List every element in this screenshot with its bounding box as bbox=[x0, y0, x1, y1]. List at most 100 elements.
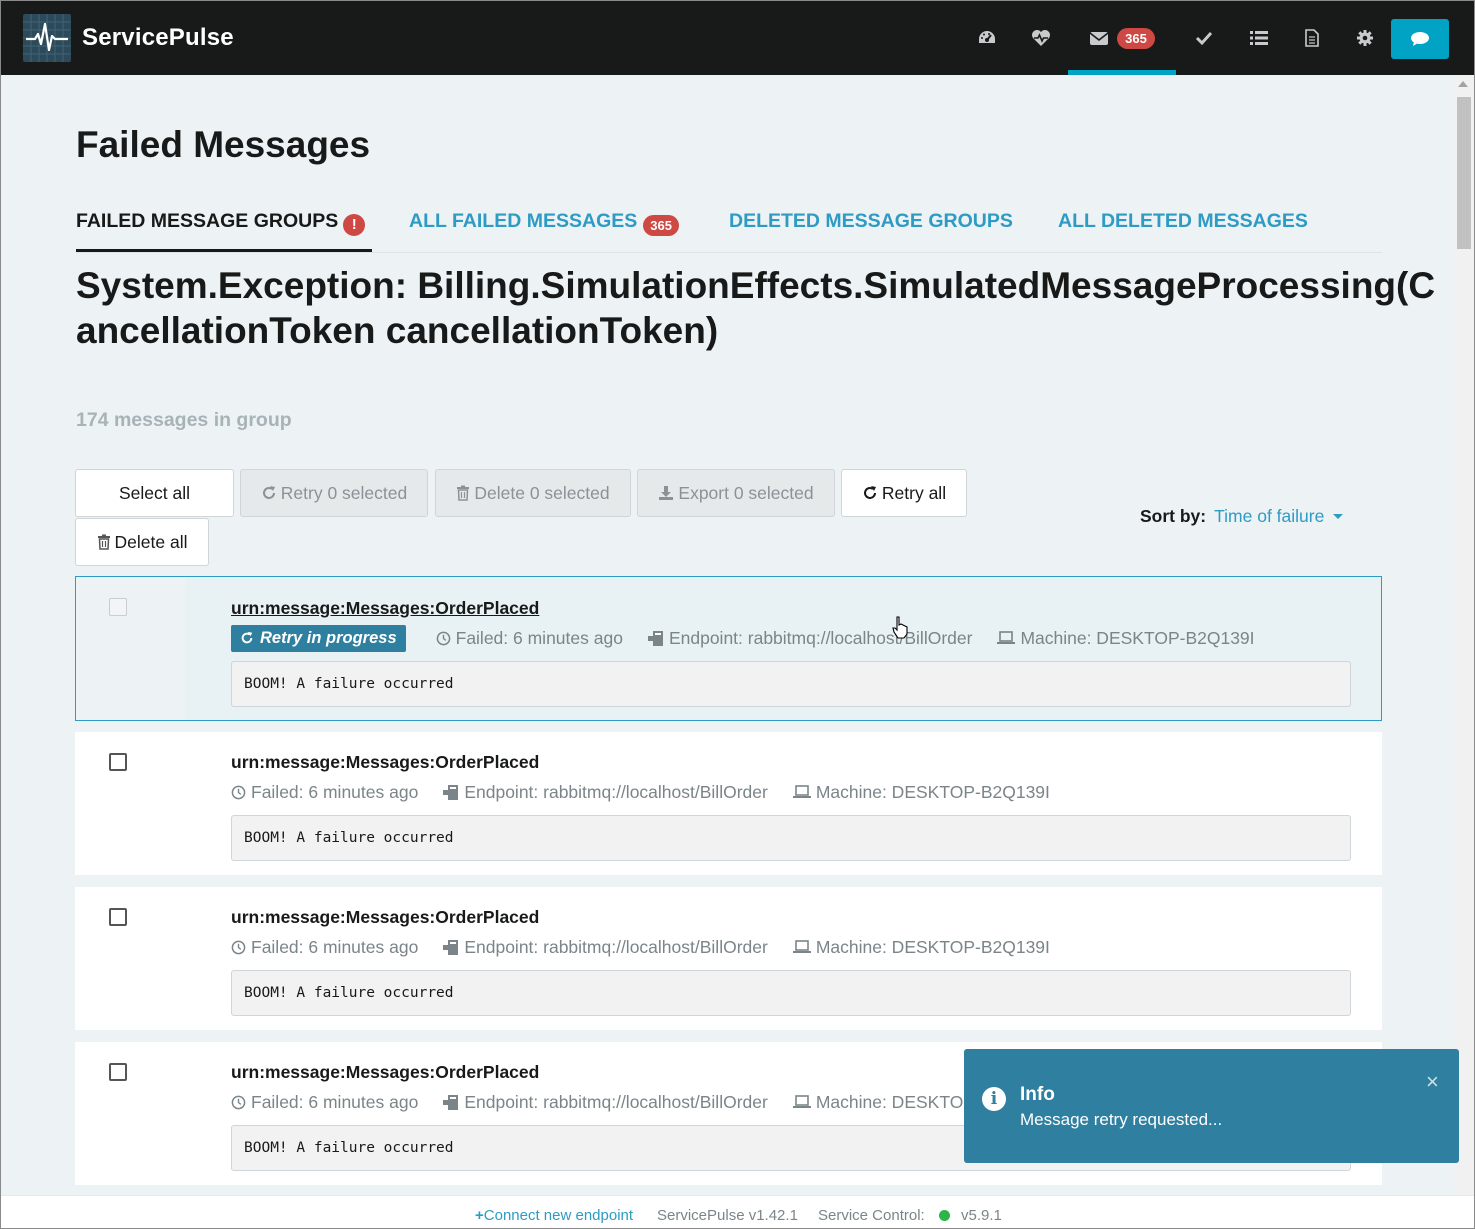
tab-label: ALL DELETED MESSAGES bbox=[1058, 210, 1308, 232]
nav-heartbeats[interactable] bbox=[1023, 1, 1059, 75]
laptop-icon bbox=[792, 1095, 811, 1108]
retry-icon bbox=[863, 486, 876, 499]
servicepulse-logo-icon bbox=[23, 14, 71, 62]
row-checkbox[interactable] bbox=[109, 1063, 127, 1081]
scroll-up-arrow-icon[interactable] bbox=[1458, 81, 1468, 87]
page-scrollbar[interactable] bbox=[1454, 75, 1474, 1195]
laptop-icon bbox=[792, 940, 811, 953]
message-type-link[interactable]: urn:message:Messages:OrderPlaced bbox=[231, 598, 539, 619]
failed-messages-count-badge: 365 bbox=[1117, 27, 1155, 49]
connect-endpoint-text: Connect new endpoint bbox=[483, 1207, 634, 1224]
trash-icon bbox=[97, 534, 110, 550]
scrollbar-thumb[interactable] bbox=[1457, 97, 1471, 249]
message-meta: Failed: 6 minutes ago Endpoint: rabbitmq… bbox=[231, 1088, 1075, 1116]
endpoint-icon bbox=[443, 1094, 459, 1110]
endpoint-text: Endpoint: rabbitmq://localhost/BillOrder bbox=[668, 627, 973, 648]
endpoint: Endpoint: rabbitmq://localhost/BillOrder bbox=[443, 937, 768, 958]
retry-all-label: Retry all bbox=[881, 482, 947, 503]
tab-label: FAILED MESSAGE GROUPS bbox=[76, 210, 339, 232]
retry-in-progress-label: Retry in progress bbox=[231, 624, 406, 652]
retry-selected-button[interactable]: Retry 0 selected bbox=[240, 469, 428, 517]
nav-events[interactable] bbox=[1241, 1, 1277, 75]
status-ok-icon bbox=[939, 1207, 950, 1224]
delete-selected-button[interactable]: Delete 0 selected bbox=[435, 469, 631, 517]
sort-label: Sort by: bbox=[1140, 506, 1207, 526]
nav-active-indicator bbox=[1068, 70, 1176, 75]
row-checkbox-cell bbox=[76, 577, 185, 720]
delete-all-button[interactable]: Delete all bbox=[75, 518, 209, 566]
endpoint: Endpoint: rabbitmq://localhost/BillOrder bbox=[443, 782, 768, 803]
message-meta: Failed: 6 minutes ago Endpoint: rabbitmq… bbox=[231, 778, 1075, 806]
row-checkbox[interactable] bbox=[109, 908, 127, 926]
row-checkbox[interactable] bbox=[109, 598, 127, 616]
endpoint-icon bbox=[647, 630, 663, 646]
nav-custom-checks[interactable] bbox=[1186, 1, 1222, 75]
group-title: System.Exception: Billing.SimulationEffe… bbox=[76, 265, 1436, 351]
machine: Machine: DESKTOP-B2Q139I bbox=[792, 937, 1050, 958]
failed-time: Failed: 6 minutes ago bbox=[231, 782, 418, 803]
info-toast: i Info Message retry requested... × bbox=[964, 1049, 1459, 1163]
machine: Machine: DESKTOP-B2Q139I bbox=[997, 628, 1255, 649]
heartbeat-icon bbox=[1032, 30, 1050, 46]
failed-time: Failed: 6 minutes ago bbox=[231, 937, 418, 958]
clock-icon bbox=[436, 631, 450, 645]
page-footer: +Connect new endpoint ServicePulse v1.42… bbox=[1, 1195, 1474, 1228]
message-type-link[interactable]: urn:message:Messages:OrderPlaced bbox=[231, 907, 539, 928]
tab-failed-message-groups[interactable]: FAILED MESSAGE GROUPS ! bbox=[76, 207, 372, 252]
failed-time-text: Failed: 6 minutes ago bbox=[251, 936, 419, 957]
retry-status-text: Retry in progress bbox=[260, 628, 397, 647]
failed-time-text: Failed: 6 minutes ago bbox=[251, 781, 419, 802]
failed-time-text: Failed: 6 minutes ago bbox=[251, 1091, 419, 1112]
endpoint: Endpoint: rabbitmq://localhost/BillOrder bbox=[647, 627, 973, 649]
machine: Machine: DESKTOP-B2Q139I bbox=[792, 782, 1050, 803]
message-row[interactable]: urn:message:Messages:OrderPlaced Failed:… bbox=[75, 732, 1382, 875]
retry-all-button[interactable]: Retry all bbox=[841, 469, 967, 517]
message-row[interactable]: urn:message:Messages:OrderPlaced Retry i… bbox=[75, 576, 1382, 721]
brand-name: ServicePulse bbox=[82, 24, 234, 51]
message-type-link[interactable]: urn:message:Messages:OrderPlaced bbox=[231, 1062, 539, 1083]
nav-settings[interactable] bbox=[1347, 1, 1383, 75]
service-control-label: Service Control: bbox=[818, 1207, 925, 1224]
select-all-button[interactable]: Select all bbox=[75, 469, 234, 517]
chat-button[interactable] bbox=[1391, 19, 1449, 59]
tab-deleted-message-groups[interactable]: DELETED MESSAGE GROUPS bbox=[729, 207, 1013, 251]
export-selected-button[interactable]: Export 0 selected bbox=[637, 469, 835, 517]
tab-all-failed-messages[interactable]: ALL FAILED MESSAGES 365 bbox=[409, 207, 679, 251]
delete-selected-label: Delete 0 selected bbox=[474, 482, 610, 503]
tab-count-badge: 365 bbox=[643, 215, 679, 236]
tab-label: ALL FAILED MESSAGES bbox=[409, 210, 638, 232]
close-icon[interactable]: × bbox=[1426, 1069, 1439, 1095]
dashboard-icon bbox=[979, 31, 995, 43]
retry-icon bbox=[262, 486, 275, 499]
retry-icon bbox=[241, 631, 253, 644]
nav-failed-messages[interactable]: 365 bbox=[1077, 1, 1167, 75]
message-meta: Failed: 6 minutes ago Endpoint: rabbitmq… bbox=[231, 933, 1075, 961]
mouse-cursor-icon bbox=[892, 616, 908, 639]
sort-dropdown[interactable]: Time of failure bbox=[1214, 506, 1324, 527]
clock-icon bbox=[231, 785, 246, 799]
nav-dashboard[interactable] bbox=[969, 1, 1005, 75]
trash-icon bbox=[457, 485, 470, 501]
failed-time: Failed: 6 minutes ago bbox=[231, 1092, 418, 1113]
chevron-down-icon[interactable] bbox=[1333, 514, 1344, 519]
envelope-icon bbox=[1089, 32, 1109, 45]
app-window: ServicePulse 365 Failed Messages FAILED … bbox=[0, 0, 1475, 1229]
endpoint: Endpoint: rabbitmq://localhost/BillOrder bbox=[443, 1091, 768, 1113]
delete-all-label: Delete all bbox=[114, 531, 188, 552]
toast-title: Info bbox=[1020, 1084, 1055, 1105]
document-icon bbox=[1305, 29, 1319, 47]
list-icon bbox=[1250, 31, 1268, 45]
endpoint-text: Endpoint: rabbitmq://localhost/BillOrder bbox=[464, 1091, 768, 1112]
nav-configuration[interactable] bbox=[1294, 1, 1330, 75]
export-selected-label: Export 0 selected bbox=[678, 482, 814, 503]
row-checkbox[interactable] bbox=[109, 753, 127, 771]
message-row[interactable]: urn:message:Messages:OrderPlaced Failed:… bbox=[75, 887, 1382, 1030]
retry-selected-label: Retry 0 selected bbox=[280, 482, 408, 503]
tab-all-deleted-messages[interactable]: ALL DELETED MESSAGES bbox=[1058, 207, 1308, 251]
clock-icon bbox=[231, 1095, 246, 1109]
message-type-link[interactable]: urn:message:Messages:OrderPlaced bbox=[231, 752, 539, 773]
connect-endpoint-link[interactable]: +Connect new endpoint bbox=[475, 1207, 633, 1224]
select-all-label: Select all bbox=[118, 482, 190, 503]
brand[interactable]: ServicePulse bbox=[23, 14, 234, 62]
plus-icon: + bbox=[475, 1207, 484, 1224]
